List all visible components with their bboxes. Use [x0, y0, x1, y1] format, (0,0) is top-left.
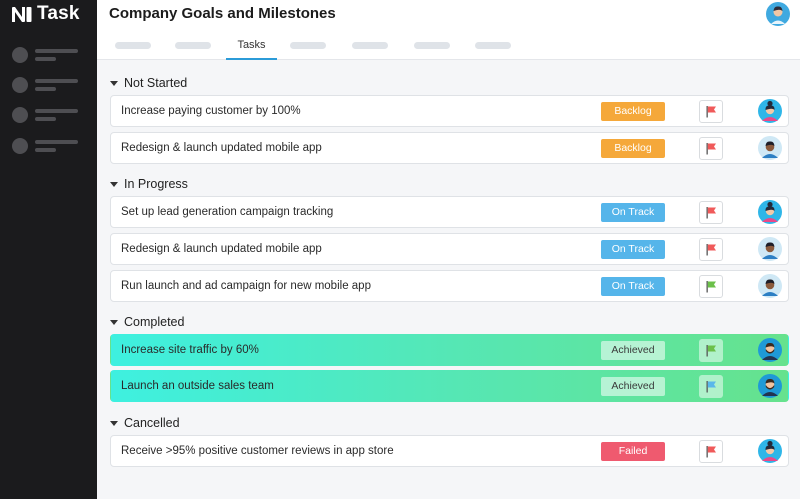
- task-title: Launch an outside sales team: [121, 380, 274, 392]
- task-row[interactable]: Set up lead generation campaign tracking…: [110, 196, 789, 228]
- section-label: In Progress: [124, 177, 188, 191]
- task-title: Redesign & launch updated mobile app: [121, 243, 322, 255]
- app-name: Task: [37, 3, 80, 24]
- caret-down-icon: [110, 319, 118, 325]
- red-flag-icon: [706, 106, 716, 118]
- sidebar-item-4[interactable]: [12, 138, 82, 154]
- task-row[interactable]: Redesign & launch updated mobile app On …: [110, 233, 789, 265]
- tab-tasks[interactable]: Tasks: [226, 34, 277, 60]
- task-row[interactable]: Increase site traffic by 60% Achieved: [110, 334, 789, 366]
- user-avatar-icon[interactable]: [766, 2, 790, 26]
- nav-placeholder-line: [35, 87, 56, 91]
- woman-avatar-icon[interactable]: [758, 200, 782, 224]
- nav-placeholder-line: [35, 140, 78, 144]
- nav-placeholder-line: [35, 57, 56, 61]
- red-flag-icon: [706, 446, 716, 458]
- flag-button[interactable]: [699, 201, 723, 224]
- status-badge[interactable]: Achieved: [601, 341, 665, 360]
- red-flag-icon: [706, 207, 716, 219]
- status-badge[interactable]: Backlog: [601, 102, 665, 121]
- task-row[interactable]: Receive >95% positive customer reviews i…: [110, 435, 789, 467]
- nav-placeholder-line: [35, 49, 78, 53]
- tab-placeholder[interactable]: [175, 42, 211, 49]
- red-flag-icon: [706, 244, 716, 256]
- sidebar-item-2[interactable]: [12, 77, 82, 93]
- section-header-in-progress[interactable]: In Progress: [110, 176, 188, 192]
- task-title: Set up lead generation campaign tracking: [121, 206, 334, 218]
- tab-placeholder[interactable]: [414, 42, 450, 49]
- nav-placeholder-icon: [12, 138, 28, 154]
- status-badge[interactable]: On Track: [601, 203, 665, 222]
- caret-down-icon: [110, 80, 118, 86]
- sidebar: Task: [0, 0, 97, 499]
- nav-placeholder-line: [35, 109, 78, 113]
- flag-button[interactable]: [699, 137, 723, 160]
- nav-placeholder-icon: [12, 47, 28, 63]
- section-header-completed[interactable]: Completed: [110, 314, 184, 330]
- flag-button[interactable]: [699, 440, 723, 463]
- woman-avatar-icon[interactable]: [758, 439, 782, 463]
- task-row[interactable]: Run launch and ad campaign for new mobil…: [110, 270, 789, 302]
- flag-button[interactable]: [699, 100, 723, 123]
- woman-avatar-icon[interactable]: [758, 99, 782, 123]
- tab-bar: Tasks: [97, 34, 800, 60]
- ntask-logo-icon: [11, 6, 33, 23]
- flag-button[interactable]: [699, 339, 723, 362]
- tab-placeholder[interactable]: [115, 42, 151, 49]
- task-title: Increase paying customer by 100%: [121, 105, 301, 117]
- task-title: Redesign & launch updated mobile app: [121, 142, 322, 154]
- nav-placeholder-icon: [12, 77, 28, 93]
- nav-placeholder-line: [35, 79, 78, 83]
- status-badge[interactable]: Backlog: [601, 139, 665, 158]
- caret-down-icon: [110, 420, 118, 426]
- status-badge[interactable]: On Track: [601, 240, 665, 259]
- section-header-not-started[interactable]: Not Started: [110, 75, 187, 91]
- nav-placeholder-line: [35, 148, 56, 152]
- task-title: Increase site traffic by 60%: [121, 344, 259, 356]
- man-avatar-icon[interactable]: [758, 136, 782, 160]
- section-header-cancelled[interactable]: Cancelled: [110, 415, 180, 431]
- app-logo[interactable]: Task: [11, 3, 80, 24]
- flag-button[interactable]: [699, 375, 723, 398]
- task-title: Run launch and ad campaign for new mobil…: [121, 280, 371, 292]
- header: Company Goals and Milestones Tasks: [97, 0, 800, 60]
- nav-placeholder-icon: [12, 107, 28, 123]
- task-row[interactable]: Launch an outside sales team Achieved: [110, 370, 789, 402]
- tab-placeholder[interactable]: [352, 42, 388, 49]
- flag-button[interactable]: [699, 275, 723, 298]
- status-badge[interactable]: Failed: [601, 442, 665, 461]
- man-avatar-icon[interactable]: [758, 274, 782, 298]
- flag-button[interactable]: [699, 238, 723, 261]
- blue-flag-icon: [706, 381, 716, 393]
- green-flag-icon: [706, 281, 716, 293]
- caret-down-icon: [110, 181, 118, 187]
- man-avatar-icon[interactable]: [758, 237, 782, 261]
- task-row[interactable]: Increase paying customer by 100% Backlog: [110, 95, 789, 127]
- status-badge[interactable]: Achieved: [601, 377, 665, 396]
- sidebar-item-1[interactable]: [12, 47, 82, 63]
- tab-placeholder[interactable]: [475, 42, 511, 49]
- section-label: Completed: [124, 315, 185, 329]
- section-label: Cancelled: [124, 416, 180, 430]
- section-label: Not Started: [124, 76, 188, 90]
- task-row[interactable]: Redesign & launch updated mobile app Bac…: [110, 132, 789, 164]
- sidebar-item-3[interactable]: [12, 107, 82, 123]
- nav-placeholder-line: [35, 117, 56, 121]
- task-title: Receive >95% positive customer reviews i…: [121, 445, 394, 457]
- bearded-man-avatar-icon[interactable]: [758, 374, 782, 398]
- tab-placeholder[interactable]: [290, 42, 326, 49]
- status-badge[interactable]: On Track: [601, 277, 665, 296]
- red-flag-icon: [706, 143, 716, 155]
- page-title: Company Goals and Milestones: [109, 5, 336, 22]
- bearded-man-avatar-icon[interactable]: [758, 338, 782, 362]
- green-flag-icon: [706, 345, 716, 357]
